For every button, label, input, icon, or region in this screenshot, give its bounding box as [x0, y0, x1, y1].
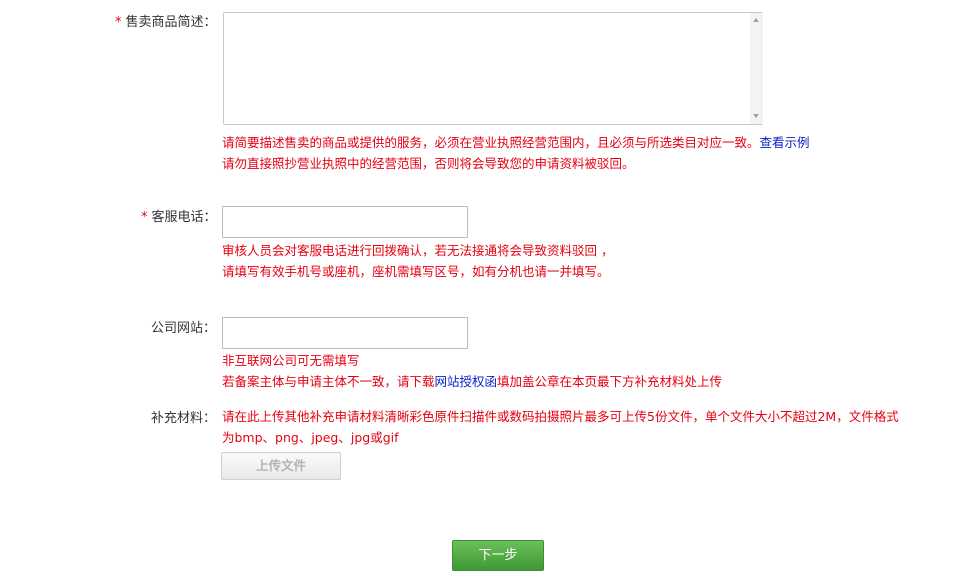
- description-scrollbar[interactable]: [750, 13, 763, 124]
- description-hint: 请简要描述售卖的商品或提供的服务，必须在营业执照经营范围内，且必须与所选类目对应…: [222, 135, 810, 171]
- website-hint: 非互联网公司可无需填写 若备案主体与申请主体不一致，请下载网站授权函填加盖公章在…: [222, 353, 723, 389]
- upload-file-button[interactable]: 上传文件: [221, 452, 341, 480]
- supplement-label: 补充材料：: [151, 411, 217, 426]
- required-mark: *: [141, 210, 148, 225]
- scroll-up-arrow-icon[interactable]: [753, 18, 759, 22]
- website-authorization-link[interactable]: 网站授权函: [435, 374, 498, 389]
- next-step-button[interactable]: 下一步: [452, 540, 544, 571]
- website-label: 公司网站：: [151, 321, 217, 336]
- description-textarea[interactable]: [223, 12, 763, 125]
- phone-input[interactable]: [222, 206, 468, 238]
- website-input[interactable]: [222, 317, 468, 349]
- scroll-down-arrow-icon[interactable]: [753, 114, 759, 118]
- description-label: * 售卖商品简述：: [115, 15, 217, 30]
- phone-hint: 审核人员会对客服电话进行回拨确认，若无法接通将会导致资料驳回 ， 请填写有效手机…: [222, 243, 614, 279]
- view-example-link[interactable]: 查看示例: [760, 135, 810, 150]
- supplement-hint: 请在此上传其他补充申请材料清晰彩色原件扫描件或数码拍摄照片最多可上传5份文件，单…: [222, 409, 899, 445]
- required-mark: *: [115, 15, 122, 30]
- phone-label: * 客服电话：: [141, 210, 217, 225]
